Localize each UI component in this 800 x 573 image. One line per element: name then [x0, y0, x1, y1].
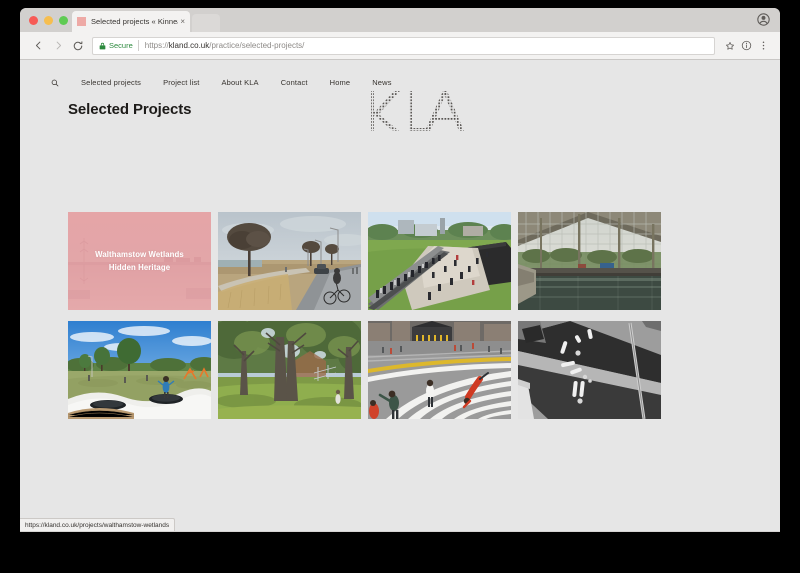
- nav-item-news[interactable]: News: [372, 78, 391, 87]
- project-tile-campus-plaza-aerial[interactable]: [368, 212, 511, 310]
- close-tab-icon[interactable]: ×: [180, 17, 185, 26]
- back-button[interactable]: [28, 36, 48, 56]
- url-text: https://kland.co.uk/practice/selected-pr…: [145, 41, 305, 50]
- forward-button[interactable]: [48, 36, 68, 56]
- project-grid: Walthamstow Wetlands Hidden Heritage: [68, 212, 692, 419]
- project-tile-mature-tree-park[interactable]: [218, 321, 361, 419]
- site-navigation: Selected projects Project list About KLA…: [20, 60, 780, 87]
- status-bar-url: https://kland.co.uk/projects/walthamstow…: [25, 521, 170, 529]
- new-tab-button[interactable]: [192, 14, 220, 32]
- kla-logo[interactable]: [367, 87, 465, 140]
- search-icon[interactable]: [51, 79, 59, 87]
- tab-strip: Selected projects « Kinnear L ×: [20, 8, 780, 32]
- project-tile-monochrome-aerial-bands[interactable]: [518, 321, 661, 419]
- maximize-window-button[interactable]: [59, 16, 68, 25]
- project-tile-caption: Walthamstow Wetlands Hidden Heritage: [68, 248, 211, 274]
- nav-item-project-list[interactable]: Project list: [163, 78, 199, 87]
- nav-item-selected-projects[interactable]: Selected projects: [81, 78, 141, 87]
- page-viewport: Selected projects Project list About KLA…: [20, 60, 780, 531]
- project-tile-striped-plaza-markings[interactable]: [368, 321, 511, 419]
- minimize-window-button[interactable]: [44, 16, 53, 25]
- caption-line-2: Hidden Heritage: [108, 263, 171, 272]
- address-bar[interactable]: Secure https://kland.co.uk/practice/sele…: [92, 36, 715, 55]
- tab-title: Selected projects « Kinnear L: [91, 17, 178, 26]
- project-tile-streetscape-cycle-route[interactable]: [218, 212, 361, 310]
- secure-label: Secure: [109, 41, 133, 50]
- project-tile-park-trampolines[interactable]: [68, 321, 211, 419]
- nav-item-home[interactable]: Home: [330, 78, 351, 87]
- browser-menu-icon[interactable]: [755, 37, 772, 54]
- reload-button[interactable]: [68, 36, 88, 56]
- url-path: /practice/selected-projects/: [209, 41, 305, 50]
- project-tile-glasshouse-water-basin[interactable]: [518, 212, 661, 310]
- browser-tab[interactable]: Selected projects « Kinnear L ×: [72, 11, 190, 32]
- browser-toolbar: Secure https://kland.co.uk/practice/sele…: [20, 32, 780, 60]
- profile-avatar-icon[interactable]: [757, 13, 770, 26]
- bookmark-star-icon[interactable]: [721, 37, 738, 54]
- omnibox-divider: [137, 40, 139, 51]
- url-scheme: https://: [144, 41, 169, 50]
- project-tile-walthamstow-wetlands[interactable]: Walthamstow Wetlands Hidden Heritage: [68, 212, 211, 310]
- nav-item-about-kla[interactable]: About KLA: [222, 78, 259, 87]
- lock-icon: [99, 42, 106, 50]
- window-traffic-lights: [29, 16, 68, 25]
- nav-item-contact[interactable]: Contact: [281, 78, 308, 87]
- page-header: Selected Projects: [20, 87, 780, 147]
- page-info-icon[interactable]: [738, 37, 755, 54]
- url-domain: kland.co.uk: [168, 41, 210, 50]
- tab-favicon: [77, 17, 86, 26]
- browser-window: Selected projects « Kinnear L ×: [20, 8, 780, 532]
- status-bar: https://kland.co.uk/projects/walthamstow…: [20, 518, 176, 531]
- close-window-button[interactable]: [29, 16, 38, 25]
- caption-line-1: Walthamstow Wetlands: [95, 250, 184, 259]
